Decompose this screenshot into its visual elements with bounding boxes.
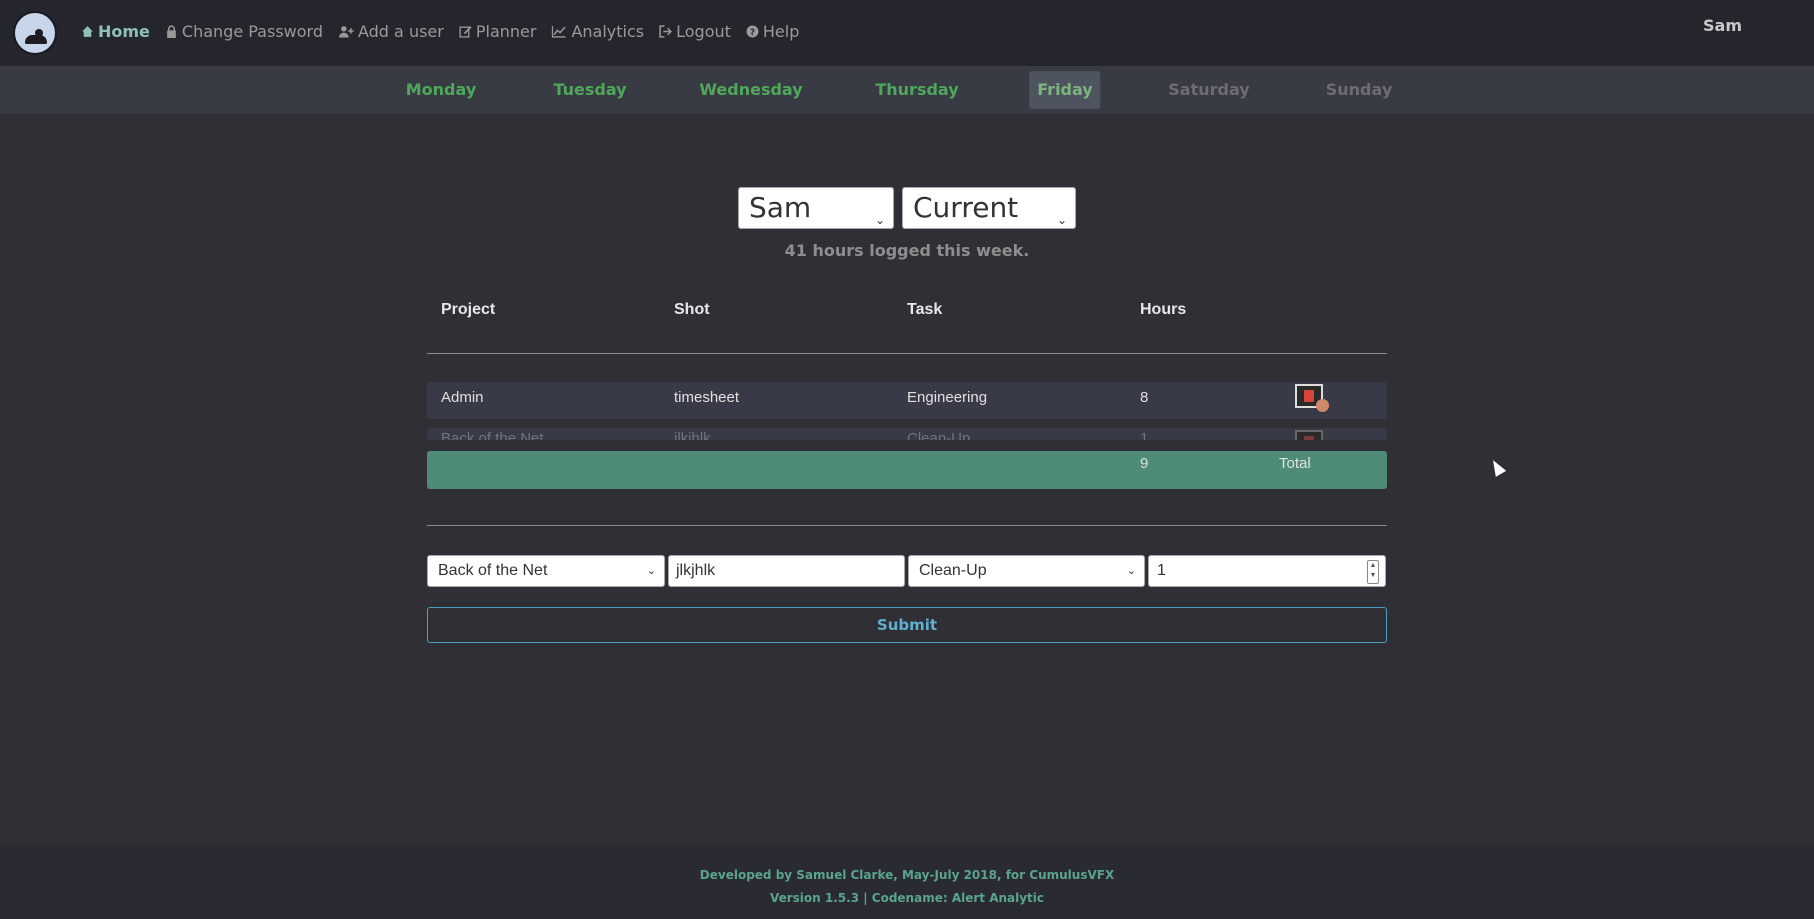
help-icon: ?	[746, 25, 759, 38]
trash-icon	[1304, 390, 1314, 402]
nav-home[interactable]: Home	[81, 22, 150, 41]
hours-input-value: 1	[1157, 562, 1166, 579]
period-select-value: Current	[913, 191, 1019, 224]
user-select-value: Sam	[749, 191, 812, 224]
chevron-down-icon: ⌄	[646, 565, 656, 577]
total-row: 9 Total	[427, 451, 1387, 489]
nav-logout-label: Logout	[676, 22, 731, 41]
svg-text:?: ?	[750, 28, 755, 38]
nav-help[interactable]: ? Help	[746, 22, 799, 41]
table-row: Back of the Net jlkjhlk Clean-Up 1	[427, 428, 1387, 440]
header-project: Project	[441, 301, 496, 318]
hours-summary: 41 hours logged this week.	[784, 241, 1030, 260]
period-select[interactable]: Current ⌄	[902, 187, 1076, 229]
nav-planner-label: Planner	[475, 22, 537, 41]
cell-shot: jlkjhlk	[674, 430, 711, 440]
mouse-cursor-icon	[1487, 457, 1507, 477]
top-navbar: Home Change Password Add a user Planner …	[0, 0, 1814, 66]
footer-credit: Developed by Samuel Clarke, May-July 201…	[699, 868, 1115, 882]
logout-icon	[659, 25, 673, 38]
logo[interactable]	[13, 11, 57, 55]
cell-shot: timesheet	[674, 389, 740, 406]
nav-add-user-label: Add a user	[357, 22, 444, 41]
header-shot: Shot	[674, 301, 710, 318]
user-select[interactable]: Sam ⌄	[738, 187, 894, 229]
badge-icon	[1316, 399, 1329, 412]
divider	[427, 525, 1387, 526]
stepper-icon[interactable]: ▲ ▼	[1367, 560, 1379, 584]
trash-icon	[1304, 436, 1314, 440]
day-tabs: Monday Tuesday Wednesday Thursday Friday…	[0, 66, 1814, 114]
tab-wednesday[interactable]: Wednesday	[691, 71, 810, 109]
nav-home-label: Home	[98, 22, 150, 41]
tab-tuesday[interactable]: Tuesday	[545, 71, 634, 109]
chart-icon	[552, 26, 566, 38]
footer: Developed by Samuel Clarke, May-July 201…	[0, 847, 1814, 919]
total-label: Total	[1279, 455, 1311, 472]
project-select-value: Back of the Net	[438, 562, 548, 579]
tab-sunday[interactable]: Sunday	[1318, 71, 1401, 109]
cell-task: Clean-Up	[907, 430, 971, 440]
nav-analytics-label: Analytics	[571, 22, 645, 41]
hours-input[interactable]: 1 ▲ ▼	[1148, 555, 1386, 587]
total-hours: 9	[1140, 455, 1149, 472]
nav-planner[interactable]: Planner	[459, 22, 537, 41]
edit-icon	[459, 26, 472, 38]
task-select-value: Clean-Up	[919, 562, 987, 579]
nav-analytics[interactable]: Analytics	[551, 22, 644, 41]
tab-friday[interactable]: Friday	[1029, 71, 1101, 109]
nav-help-label: Help	[762, 22, 800, 41]
tab-monday[interactable]: Monday	[398, 71, 485, 109]
footer-version: Version 1.5.3 | Codename: Alert Analytic	[769, 891, 1045, 905]
divider	[427, 353, 1387, 354]
cell-task: Engineering	[907, 389, 988, 406]
table-row: Admin timesheet Engineering 8	[427, 382, 1387, 419]
nav-logout[interactable]: Logout	[659, 22, 731, 41]
main-nav: Home Change Password Add a user Planner …	[81, 22, 814, 41]
cell-hours: 1	[1140, 430, 1149, 440]
nav-change-password-label: Change Password	[181, 22, 323, 41]
chevron-down-icon: ⌄	[1056, 213, 1067, 227]
delete-row-button[interactable]	[1295, 430, 1323, 440]
shot-input-value: jlkjhlk	[676, 562, 716, 579]
header-hours: Hours	[1140, 301, 1187, 318]
home-icon	[82, 26, 93, 37]
chevron-down-icon: ⌄	[1126, 565, 1136, 577]
chevron-down-icon: ⌄	[874, 213, 885, 227]
project-select[interactable]: Back of the Net ⌄	[427, 555, 665, 587]
add-user-icon	[338, 26, 354, 38]
tab-saturday[interactable]: Saturday	[1160, 71, 1257, 109]
header-task: Task	[907, 301, 943, 318]
tab-thursday[interactable]: Thursday	[867, 71, 966, 109]
shot-input[interactable]: jlkjhlk	[668, 555, 905, 587]
task-select[interactable]: Clean-Up ⌄	[908, 555, 1145, 587]
cell-project: Admin	[441, 389, 484, 406]
cell-project: Back of the Net	[441, 430, 544, 440]
delete-row-button[interactable]	[1295, 384, 1329, 412]
nav-change-password[interactable]: Change Password	[165, 22, 323, 41]
submit-button[interactable]: Submit	[427, 607, 1387, 643]
lock-icon	[167, 25, 176, 38]
cell-hours: 8	[1140, 389, 1149, 406]
nav-add-user[interactable]: Add a user	[338, 22, 444, 41]
current-user-name[interactable]: Sam	[1703, 16, 1742, 35]
